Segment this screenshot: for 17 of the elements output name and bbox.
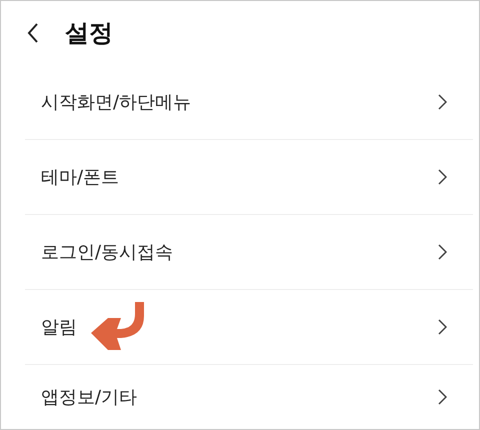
chevron-right-icon xyxy=(438,169,447,185)
chevron-right-icon xyxy=(438,244,447,260)
settings-item[interactable]: 앱정보/기타 xyxy=(25,365,473,429)
chevron-right-icon xyxy=(438,319,447,335)
settings-item[interactable]: 알림 xyxy=(25,290,473,365)
page-title: 설정 xyxy=(65,18,113,49)
chevron-right-icon xyxy=(438,94,447,110)
chevron-right-icon xyxy=(438,389,447,405)
back-icon[interactable] xyxy=(27,23,39,43)
settings-item-label: 앱정보/기타 xyxy=(41,386,138,409)
settings-item[interactable]: 테마/폰트 xyxy=(25,140,473,215)
settings-item-label: 로그인/동시접속 xyxy=(41,241,174,264)
settings-item-label: 알림 xyxy=(41,316,77,339)
settings-item-label: 시작화면/하단메뉴 xyxy=(41,91,192,114)
settings-item[interactable]: 로그인/동시접속 xyxy=(25,215,473,290)
settings-item[interactable]: 시작화면/하단메뉴 xyxy=(25,65,473,140)
settings-item-label: 테마/폰트 xyxy=(41,166,120,189)
